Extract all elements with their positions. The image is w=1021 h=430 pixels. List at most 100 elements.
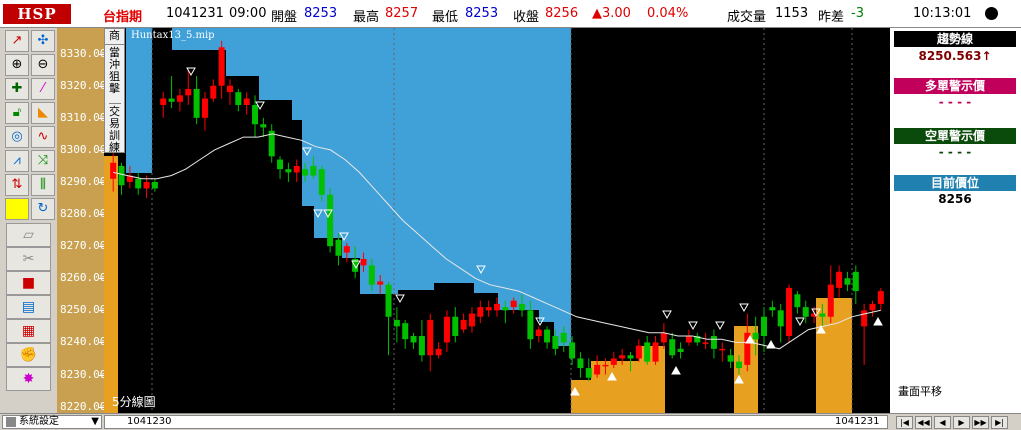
candle-body (260, 124, 267, 128)
candle-body (660, 332, 667, 343)
zoom-in-icon[interactable]: ⊕ (5, 54, 29, 76)
candle-body (535, 329, 542, 336)
time-scrollbar[interactable]: 1041230 1041231 (104, 415, 888, 429)
period-label: 5分線圖 (112, 394, 156, 409)
candle-body (827, 284, 834, 317)
change-percent: 0.04% (647, 6, 689, 21)
candle-body (327, 194, 334, 247)
candle-body (669, 339, 676, 356)
candle-body (819, 313, 826, 317)
current-price-value: 8256 (938, 192, 972, 206)
candle-body (435, 348, 442, 356)
cross-wave-icon[interactable]: ⤨ (31, 150, 55, 172)
scissors-icon[interactable]: ✂ (6, 247, 51, 271)
tab-daytrade-sniper[interactable]: 當沖狙擊 (108, 45, 121, 104)
folder-icon[interactable]: ▱ (6, 223, 51, 247)
refresh-icon[interactable]: ↻ (31, 198, 55, 220)
close-icon[interactable] (985, 7, 998, 20)
candle-body (460, 319, 467, 330)
candle-body (218, 47, 225, 86)
candle-body (560, 332, 567, 343)
first-page-icon[interactable]: |◀ (896, 416, 913, 429)
candle-body (777, 310, 784, 327)
wave-icon[interactable]: ∿ (31, 126, 55, 148)
candle-body (836, 271, 843, 288)
price-axis: 8330.00 8320.00 8310.00 8300.00 8290.00 8280.… (57, 28, 106, 413)
candle-body (602, 364, 609, 367)
crosshair-icon[interactable]: ✣ (31, 30, 55, 52)
chart-icon[interactable]: ⩘ (5, 150, 29, 172)
candle-icon[interactable]: ⫼ (31, 174, 55, 196)
symbol-name: 台指期 (103, 10, 143, 25)
color-fill-icon[interactable] (5, 198, 29, 220)
open-value: 8253 (304, 6, 338, 21)
quote-date: 1041231 (166, 6, 224, 21)
candle-body (168, 98, 175, 102)
candle-body (443, 316, 450, 343)
candle-body (343, 246, 350, 253)
candle-body (719, 348, 726, 351)
burst-icon[interactable]: ✸ (6, 367, 51, 391)
unlock-icon[interactable]: 🔓︎ (5, 102, 29, 124)
quote-time: 09:00 (229, 6, 267, 21)
candle-body (243, 98, 250, 105)
pen-icon[interactable]: ⁄ (31, 78, 55, 100)
candle-body (335, 239, 342, 256)
start-date: 1041230 (127, 416, 172, 427)
up-down-arrow-icon[interactable]: ⇅ (5, 174, 29, 196)
candle-body (302, 169, 309, 176)
system-settings-button[interactable]: 系統設定 ▼ (2, 415, 102, 429)
candle-body (368, 265, 375, 285)
candle-body (761, 316, 768, 336)
candle-body (752, 332, 759, 340)
dropdown-arrow-icon: ▼ (91, 416, 99, 427)
settings-icon (6, 417, 16, 427)
cross-cursor-icon[interactable]: ✚ (5, 78, 29, 100)
tab-commodity[interactable]: 商 (105, 29, 124, 45)
indicator-panel: 趨勢線 8250.563↑ 多單警示價 - - - - 空單警示價 - - - … (890, 28, 1021, 413)
candle-body (627, 355, 634, 359)
candle-body (410, 336, 417, 343)
corner-icon[interactable]: ◣ (31, 102, 55, 124)
candle-body (293, 165, 300, 173)
target-icon[interactable]: ◎ (5, 126, 29, 148)
change-value: ▲3.00 (592, 6, 631, 21)
candle-body (735, 361, 742, 369)
current-price-title: 目前價位 (894, 175, 1016, 191)
draw-line-icon[interactable]: ↗ (5, 30, 29, 52)
candle-body (702, 342, 709, 344)
candle-body (477, 307, 484, 317)
long-alert-value: - - - - (938, 95, 972, 109)
diff-value: -3 (851, 6, 864, 21)
grid-icon[interactable]: ▦ (6, 319, 51, 343)
candle-body (802, 307, 809, 317)
fast-forward-icon[interactable]: ▶▶ (972, 416, 989, 429)
candle-body (619, 355, 626, 359)
zoom-out-icon[interactable]: ⊖ (31, 54, 55, 76)
candle-body (585, 368, 592, 378)
clock: 10:13:01 (913, 6, 972, 21)
candle-body (610, 358, 617, 365)
notes-icon[interactable]: ▤ (6, 295, 51, 319)
candle-body (310, 165, 317, 176)
stop-icon[interactable]: ■ (6, 271, 51, 295)
candle-body (786, 287, 793, 336)
quote-bar: HSP 台指期 1041231 09:00 開盤 8253 最高 8257 最低… (0, 0, 1021, 28)
rewind-icon[interactable]: ◀◀ (915, 416, 932, 429)
step-forward-icon[interactable]: ▶ (953, 416, 970, 429)
tab-trade-training[interactable]: 交易訓練 (109, 104, 121, 154)
gloves-icon[interactable]: ✊ (6, 343, 51, 367)
candle-body (193, 88, 200, 118)
step-back-icon[interactable]: ◀ (934, 416, 951, 429)
open-label: 開盤 (271, 10, 298, 25)
candle-body (452, 316, 459, 336)
candle-body (427, 319, 434, 356)
candle-body (201, 98, 208, 118)
last-page-icon[interactable]: ▶| (991, 416, 1008, 429)
side-tabs: 商 當沖狙擊 交易訓練 (104, 28, 125, 154)
candle-body (377, 281, 384, 285)
candlestick-chart[interactable]: Huntax13_5.mip 5分線圖 (104, 28, 888, 413)
candle-body (393, 319, 400, 327)
system-settings-label: 系統設定 (19, 416, 59, 427)
candle-body (794, 294, 801, 308)
